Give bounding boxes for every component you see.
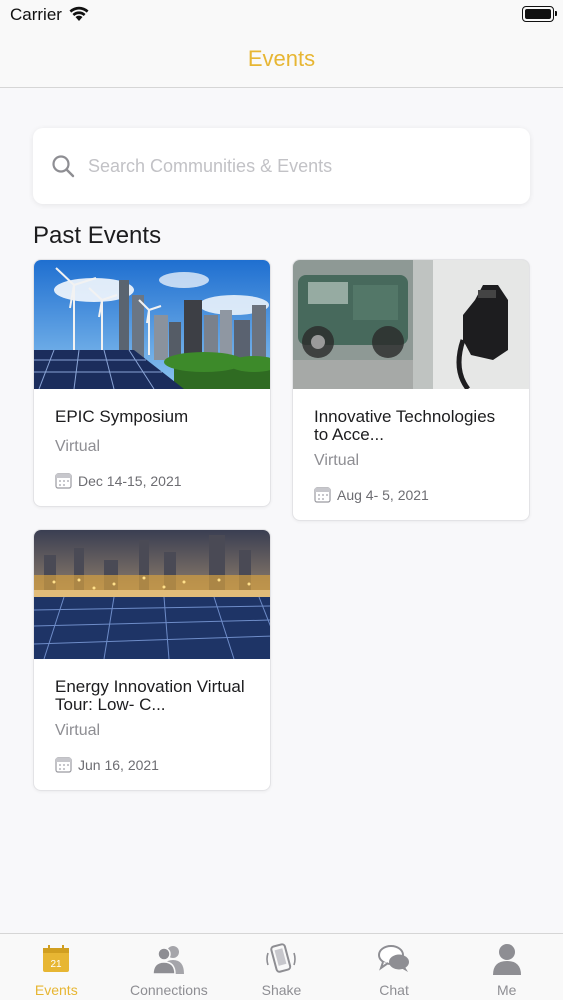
search-icon [52,155,75,178]
tab-connections[interactable]: Connections [113,934,226,1000]
people-icon [152,942,186,976]
event-image-ev-charger [293,260,529,389]
tab-shake[interactable]: Shake [225,934,338,1000]
tab-me[interactable]: Me [450,934,563,1000]
event-image-wind-solar [34,260,270,389]
event-date-row: Dec 14-15, 2021 [55,472,182,489]
status-bar: Carrier [0,0,563,30]
event-date: Jun 16, 2021 [78,756,159,773]
event-date: Dec 14-15, 2021 [78,472,182,489]
wifi-icon [69,6,89,21]
calendar-icon [314,487,331,503]
event-date-row: Jun 16, 2021 [55,756,159,773]
carrier-label: Carrier [10,5,62,24]
event-title: Innovative Technologies to Acce... [314,407,496,444]
tab-label: Connections [129,982,208,998]
calendar-icon: 21 [39,942,73,976]
calendar-badge: 21 [51,959,63,970]
event-date-row: Aug 4- 5, 2021 [314,486,429,503]
shake-phone-icon [264,942,298,976]
calendar-icon [55,473,72,489]
battery-icon [522,6,557,22]
tab-bar: 21 Events Connections Shake Chat Me [0,933,563,1000]
event-location: Virtual [55,722,101,739]
search-bar[interactable] [33,128,530,204]
section-title-past-events: Past Events [33,222,162,249]
event-location: Virtual [55,438,101,455]
calendar-icon [55,757,72,773]
event-location: Virtual [314,452,360,469]
event-card-innovative-technologies[interactable]: Innovative Technologies to Acce... Virtu… [292,259,530,521]
page-title: Events [247,45,316,71]
tab-chat[interactable]: Chat [338,934,451,1000]
event-image-city-night-solar [34,530,270,659]
tab-label: Chat [379,982,409,998]
event-title: Energy Innovation Virtual Tour: Low- C..… [55,677,245,714]
event-card-energy-innovation[interactable]: Energy Innovation Virtual Tour: Low- C..… [33,529,271,791]
navigation-bar: Events [0,30,563,88]
tab-label: Me [496,982,517,998]
event-card-epic-symposium[interactable]: EPIC Symposium Virtual Dec 14-15, 2021 [33,259,271,507]
person-icon [490,942,524,976]
chat-bubbles-icon [377,942,411,976]
event-date: Aug 4- 5, 2021 [337,486,429,503]
tab-label: Events [34,982,78,998]
tab-events[interactable]: 21 Events [0,934,113,1000]
event-title: EPIC Symposium [55,407,189,426]
search-input[interactable] [88,150,508,182]
tab-label: Shake [261,982,302,998]
